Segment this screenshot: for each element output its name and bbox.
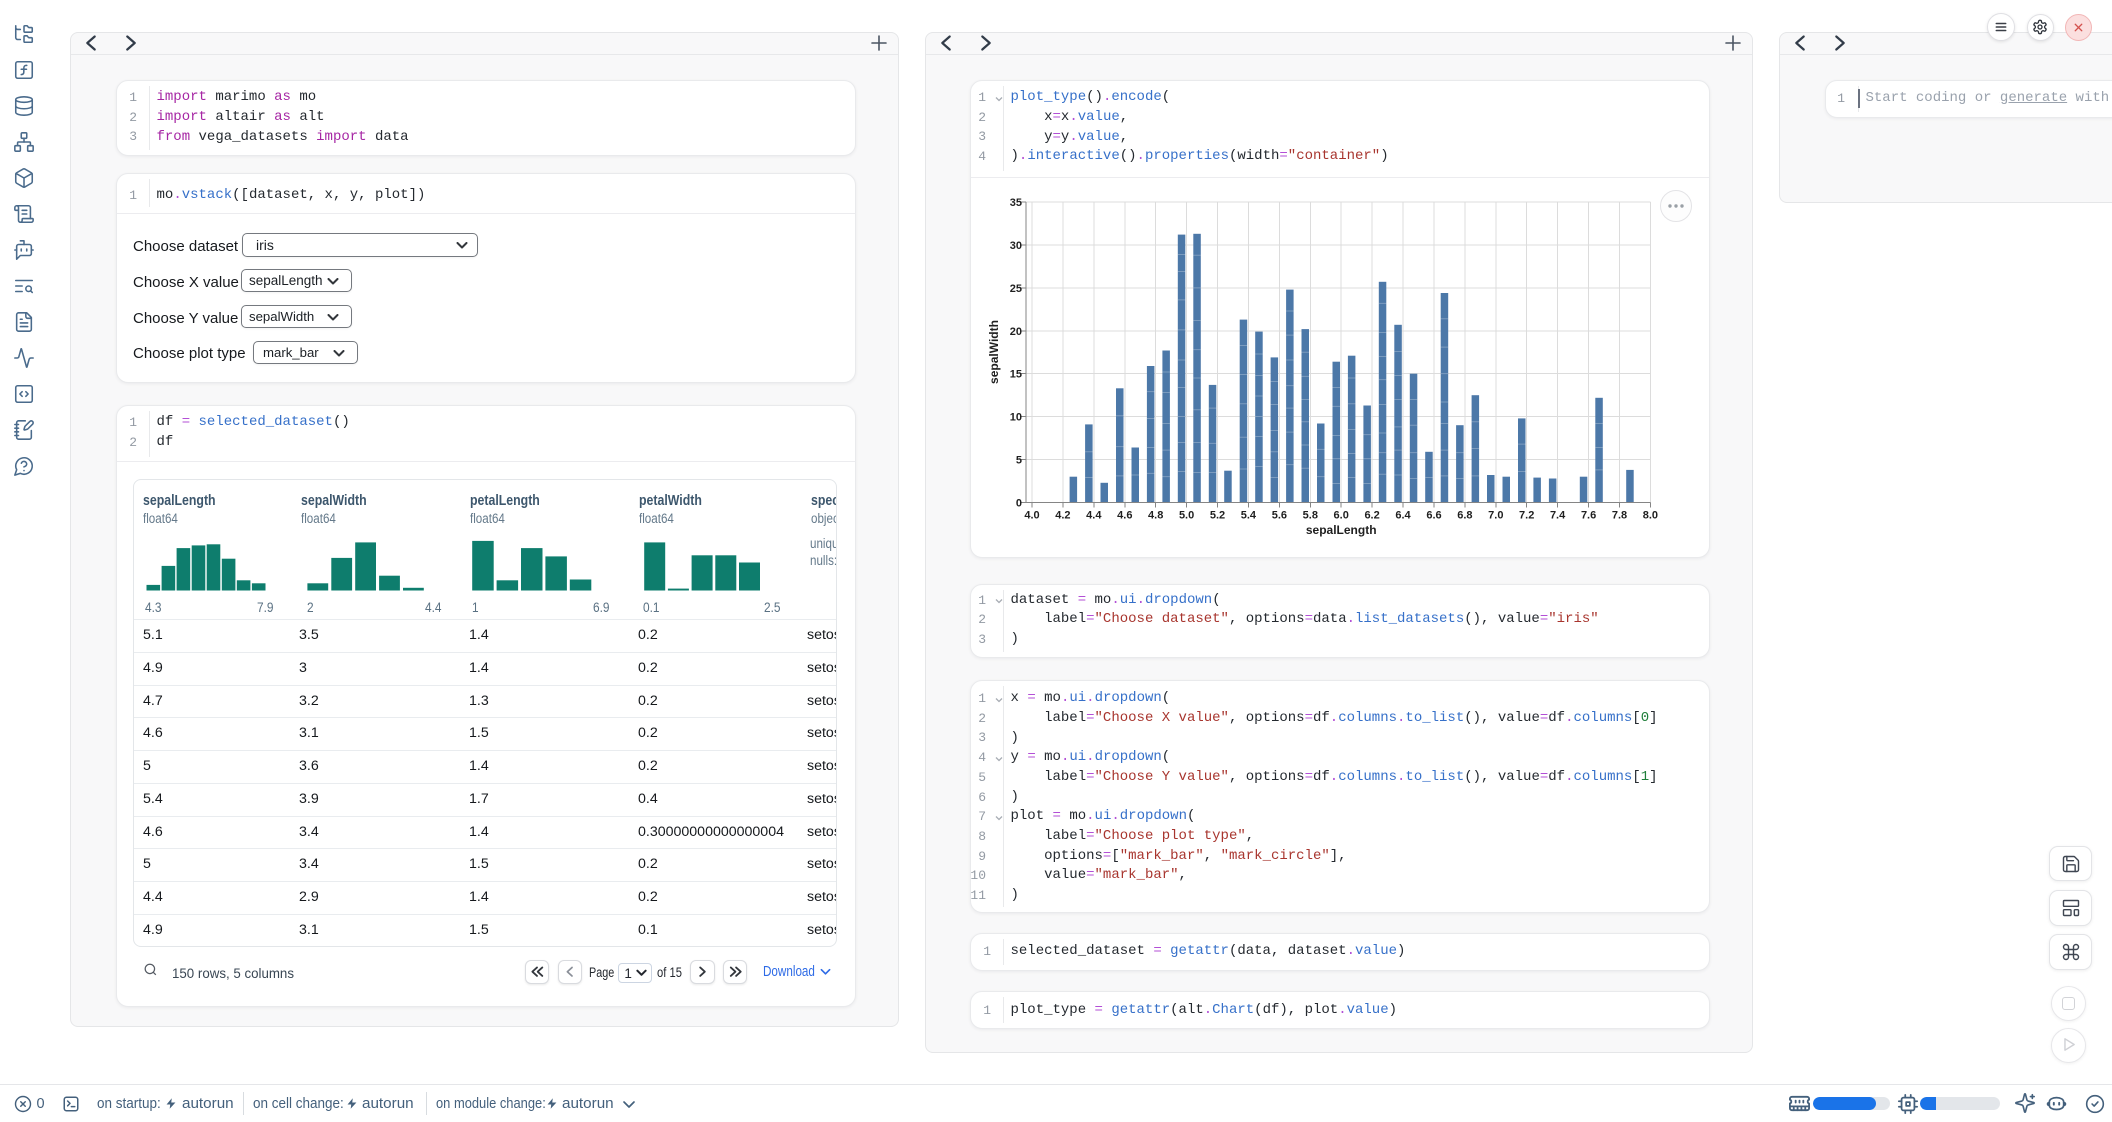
- svg-text:5.2: 5.2: [1210, 510, 1225, 522]
- svg-text:4.0: 4.0: [1024, 510, 1039, 522]
- svg-text:10: 10: [1010, 412, 1022, 424]
- svg-text:6.4: 6.4: [1395, 510, 1411, 522]
- svg-text:7.0: 7.0: [1488, 510, 1503, 522]
- svg-text:5.4: 5.4: [1241, 510, 1257, 522]
- svg-text:35: 35: [1010, 197, 1022, 209]
- svg-text:5.8: 5.8: [1303, 510, 1318, 522]
- svg-text:6.2: 6.2: [1364, 510, 1379, 522]
- svg-text:sepalWidth: sepalWidth: [987, 320, 1001, 384]
- svg-text:8.0: 8.0: [1643, 510, 1658, 522]
- svg-text:6.6: 6.6: [1426, 510, 1441, 522]
- svg-text:6.0: 6.0: [1334, 510, 1349, 522]
- svg-text:15: 15: [1010, 369, 1022, 381]
- svg-text:20: 20: [1010, 326, 1022, 338]
- svg-text:4.2: 4.2: [1055, 510, 1070, 522]
- svg-text:5: 5: [1016, 455, 1022, 467]
- svg-text:7.4: 7.4: [1550, 510, 1566, 522]
- svg-text:7.2: 7.2: [1519, 510, 1534, 522]
- svg-text:4.4: 4.4: [1086, 510, 1102, 522]
- svg-text:7.8: 7.8: [1612, 510, 1627, 522]
- svg-text:4.6: 4.6: [1117, 510, 1132, 522]
- svg-text:5.6: 5.6: [1272, 510, 1287, 522]
- svg-text:5.0: 5.0: [1179, 510, 1194, 522]
- svg-text:25: 25: [1010, 283, 1022, 295]
- svg-text:30: 30: [1010, 240, 1022, 252]
- svg-text:sepalLength: sepalLength: [1306, 523, 1377, 537]
- svg-text:4.8: 4.8: [1148, 510, 1163, 522]
- svg-text:7.6: 7.6: [1581, 510, 1596, 522]
- svg-text:6.8: 6.8: [1457, 510, 1472, 522]
- svg-text:0: 0: [1016, 498, 1022, 510]
